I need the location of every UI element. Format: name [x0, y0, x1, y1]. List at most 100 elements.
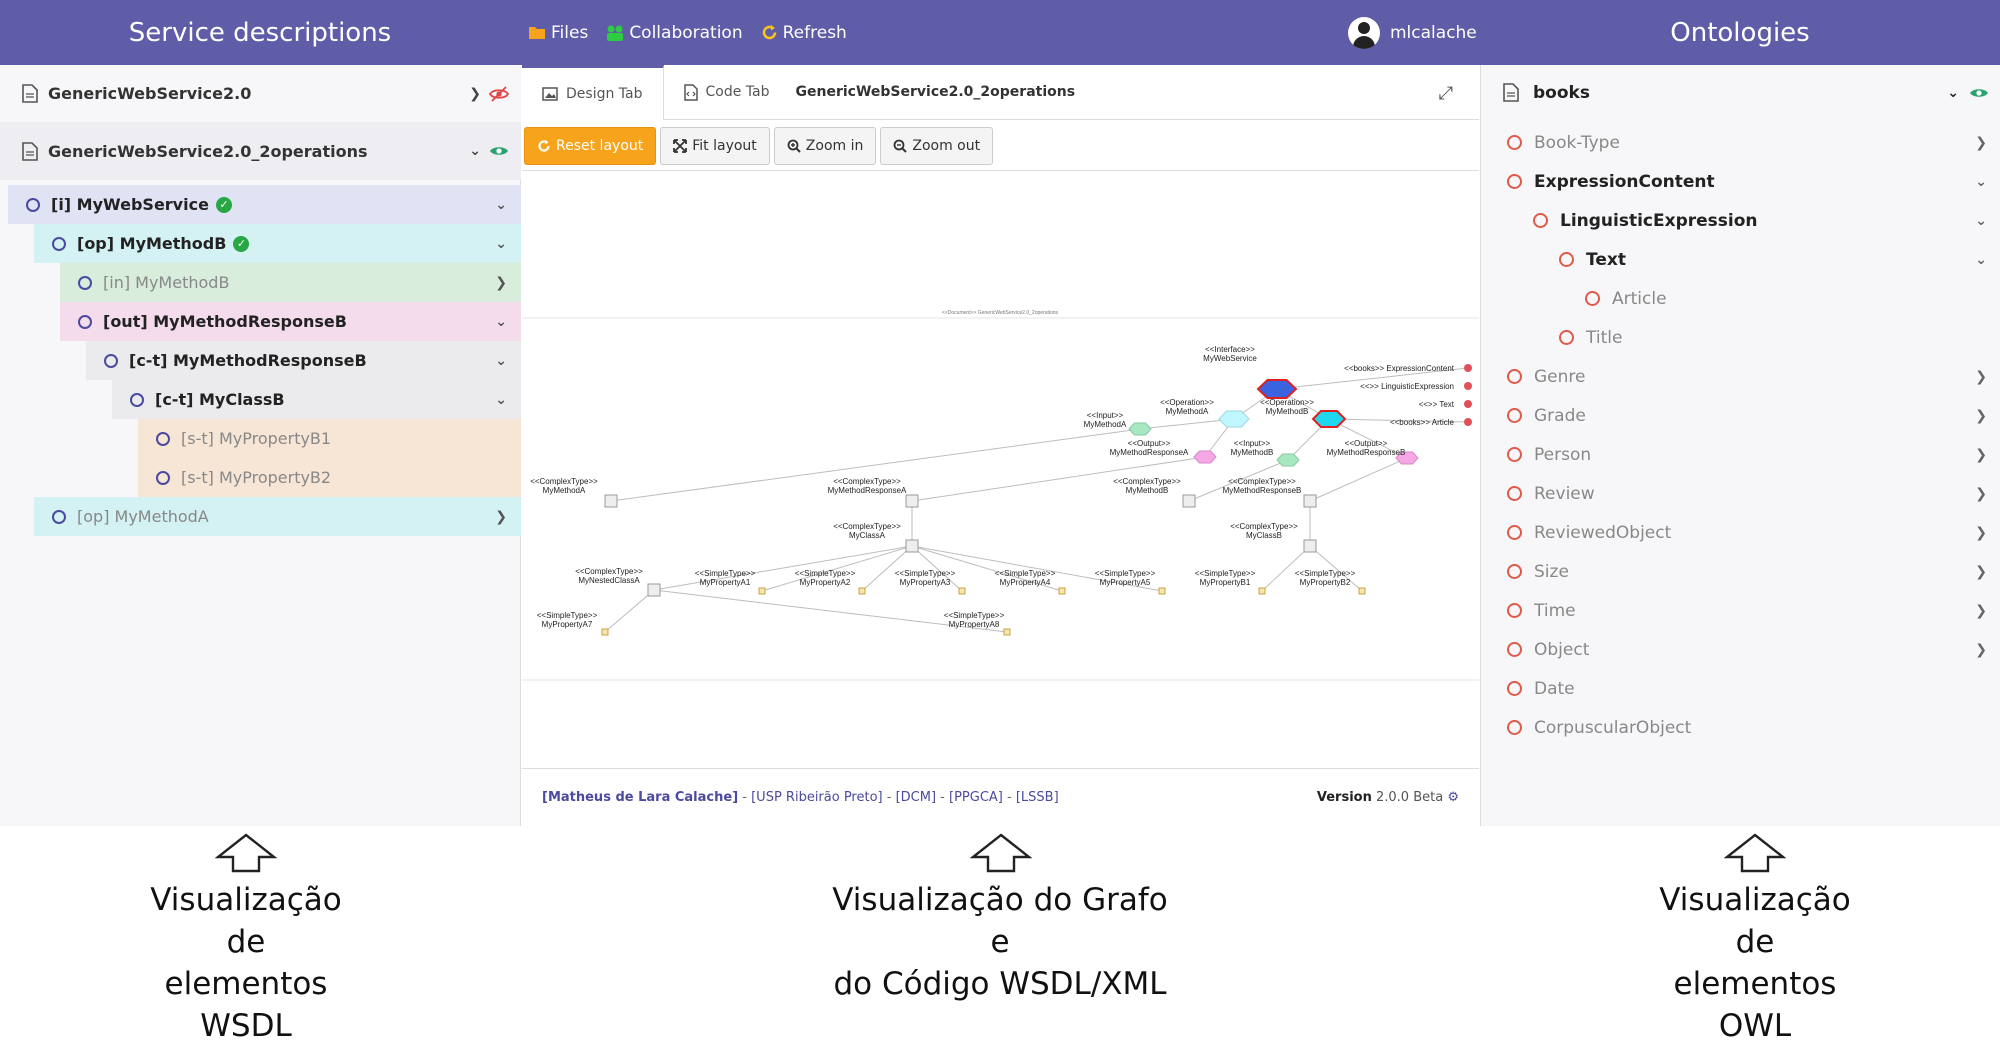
tree-operation-b[interactable]: [op] MyMethodB ✓ ⌄	[34, 224, 521, 263]
chevron-right-icon[interactable]: ❯	[1975, 642, 1987, 658]
class-label: Size	[1534, 561, 1569, 582]
chevron-right-icon[interactable]: ❯	[1975, 486, 1987, 502]
expand-icon[interactable]: ⤢	[1439, 83, 1453, 104]
eye-icon[interactable]	[1969, 86, 1989, 100]
circle-icon	[104, 353, 118, 368]
chevron-down-icon[interactable]: ⌄	[495, 353, 507, 369]
eye-icon[interactable]	[489, 144, 509, 158]
nav-refresh[interactable]: Refresh	[761, 23, 847, 43]
caption-line: elementos	[1673, 966, 1837, 1002]
caption-line: Visualização do Grafo	[832, 882, 1168, 918]
tree-complex-response-b[interactable]: [c-t] MyMethodResponseB ⌄	[86, 341, 521, 380]
chevron-right-icon[interactable]: ❯	[469, 86, 481, 102]
graph-node-ct-nested	[647, 583, 661, 597]
tree-label: [c-t] MyClassB	[155, 390, 285, 409]
tree-complex-class-b[interactable]: [c-t] MyClassB ⌄	[112, 380, 521, 419]
graph-node-p-a5	[1158, 587, 1166, 595]
chevron-down-icon[interactable]: ⌄	[469, 143, 481, 159]
graph-node-p-a3-stereotype: <<SimpleType>>	[895, 569, 956, 578]
footer-link-dcm[interactable]: [DCM]	[896, 790, 936, 805]
tree-input-b[interactable]: [in] MyMethodB ❯	[60, 263, 521, 302]
graph-toolbar: Reset layout Fit layout Zoom in Zoom out	[522, 121, 1479, 171]
tree-label: [in] MyMethodB	[103, 273, 230, 292]
chevron-right-icon[interactable]: ❯	[1975, 564, 1987, 580]
service-item-1[interactable]: GenericWebService2.0 ❯	[0, 65, 521, 122]
ontology-class-corpuscular-object[interactable]: CorpuscularObject	[1507, 708, 2000, 747]
chevron-down-icon[interactable]: ⌄	[1975, 213, 1987, 229]
graph-node-p-b2-label: MyPropertyB2	[1300, 578, 1351, 587]
ontology-class-date[interactable]: Date	[1507, 669, 2000, 708]
tab-code[interactable]: Code Tab	[664, 65, 790, 120]
graph-node-p-a3	[958, 587, 966, 595]
author-link[interactable]: [Matheus de Lara Calache]	[542, 790, 738, 805]
zoom-out-button[interactable]: Zoom out	[880, 126, 994, 165]
graph-node-ct-class-b	[1303, 539, 1317, 553]
ontology-class-person[interactable]: Person ❯	[1507, 435, 2000, 474]
chevron-right-icon[interactable]: ❯	[495, 509, 507, 525]
chevron-right-icon[interactable]: ❯	[1975, 525, 1987, 541]
graph-node-in-a	[1128, 422, 1152, 436]
ontology-class-grade[interactable]: Grade ❯	[1507, 396, 2000, 435]
ontology-class-text[interactable]: Text ⌄	[1559, 240, 2000, 279]
chevron-right-icon[interactable]: ❯	[1975, 603, 1987, 619]
graph-edge	[653, 545, 913, 591]
nav-collaboration[interactable]: Collaboration	[606, 23, 743, 43]
graph-node-p-a2	[858, 587, 866, 595]
chevron-right-icon[interactable]: ❯	[1975, 369, 1987, 385]
service-item-2[interactable]: GenericWebService2.0_2operations ⌄	[0, 122, 521, 180]
circle-icon	[1507, 486, 1522, 501]
user-menu[interactable]: mlcalache	[1348, 0, 1477, 65]
ontology-class-reviewed-object[interactable]: ReviewedObject ❯	[1507, 513, 2000, 552]
chevron-down-icon[interactable]: ⌄	[495, 392, 507, 408]
chevron-down-icon[interactable]: ⌄	[1975, 174, 1987, 190]
caption-line: de	[1735, 924, 1775, 960]
chevron-down-icon[interactable]: ⌄	[1947, 85, 1959, 101]
nav-refresh-label: Refresh	[782, 22, 847, 43]
tree-simple-property-b2[interactable]: [s-t] MyPropertyB2	[138, 458, 521, 497]
graph-node-in-b	[1276, 453, 1300, 467]
tree-output-b[interactable]: [out] MyMethodResponseB ⌄	[60, 302, 521, 341]
graph-node-p-b1	[1258, 587, 1266, 595]
ontology-header[interactable]: books ⌄	[1481, 65, 2000, 120]
chevron-right-icon[interactable]: ❯	[1975, 408, 1987, 424]
chevron-down-icon[interactable]: ⌄	[1975, 252, 1987, 268]
ontology-class-time[interactable]: Time ❯	[1507, 591, 2000, 630]
nav-files[interactable]: Files	[528, 23, 588, 43]
top-bar: Service descriptions Files Collaboration…	[0, 0, 2000, 65]
tree-interface[interactable]: [i] MyWebService ✓ ⌄	[8, 185, 521, 224]
circle-icon	[1507, 603, 1522, 618]
ontology-class-size[interactable]: Size ❯	[1507, 552, 2000, 591]
footer-link-usp[interactable]: [USP Ribeirão Preto]	[751, 790, 883, 805]
ontology-class-review[interactable]: Review ❯	[1507, 474, 2000, 513]
ontology-class-genre[interactable]: Genre ❯	[1507, 357, 2000, 396]
ontology-class-expression-content[interactable]: ExpressionContent ⌄	[1507, 162, 2000, 201]
chevron-right-icon[interactable]: ❯	[1975, 447, 1987, 463]
footer-link-lssb[interactable]: [LSSB]	[1016, 790, 1059, 805]
reset-layout-button[interactable]: Reset layout	[524, 126, 657, 165]
fit-layout-button[interactable]: Fit layout	[660, 126, 770, 165]
chevron-right-icon[interactable]: ❯	[1975, 135, 1987, 151]
class-label: Date	[1534, 678, 1575, 699]
footer-link-ppgca[interactable]: [PPGCA]	[949, 790, 1003, 805]
class-label: Book-Type	[1534, 132, 1620, 153]
ontology-class-object[interactable]: Object ❯	[1507, 630, 2000, 669]
tree-operation-a[interactable]: [op] MyMethodA ❯	[34, 497, 521, 536]
chevron-down-icon[interactable]: ⌄	[495, 197, 507, 213]
ontology-class-book-type[interactable]: Book-Type ❯	[1507, 123, 2000, 162]
eye-slash-icon[interactable]	[489, 85, 509, 102]
chevron-down-icon[interactable]: ⌄	[495, 236, 507, 252]
graph-canvas[interactable]: <<Document>> GenericWebService2.0_2opera…	[522, 172, 1479, 739]
zoom-in-button[interactable]: Zoom in	[773, 126, 877, 165]
ontology-class-article[interactable]: Article	[1585, 279, 2000, 318]
tree-simple-property-b1[interactable]: [s-t] MyPropertyB1	[138, 419, 521, 458]
ontology-class-title[interactable]: Title	[1559, 318, 2000, 357]
circle-icon	[1507, 447, 1522, 462]
tab-design[interactable]: Design Tab	[522, 64, 664, 120]
chevron-right-icon[interactable]: ❯	[495, 275, 507, 291]
arrow-up-icon	[970, 833, 1032, 873]
ontology-class-linguistic-expression[interactable]: LinguisticExpression ⌄	[1533, 201, 2000, 240]
bug-icon: ⚙	[1447, 790, 1459, 805]
chevron-down-icon[interactable]: ⌄	[495, 314, 507, 330]
circle-icon	[78, 275, 92, 290]
footer-sep: -	[882, 790, 896, 805]
